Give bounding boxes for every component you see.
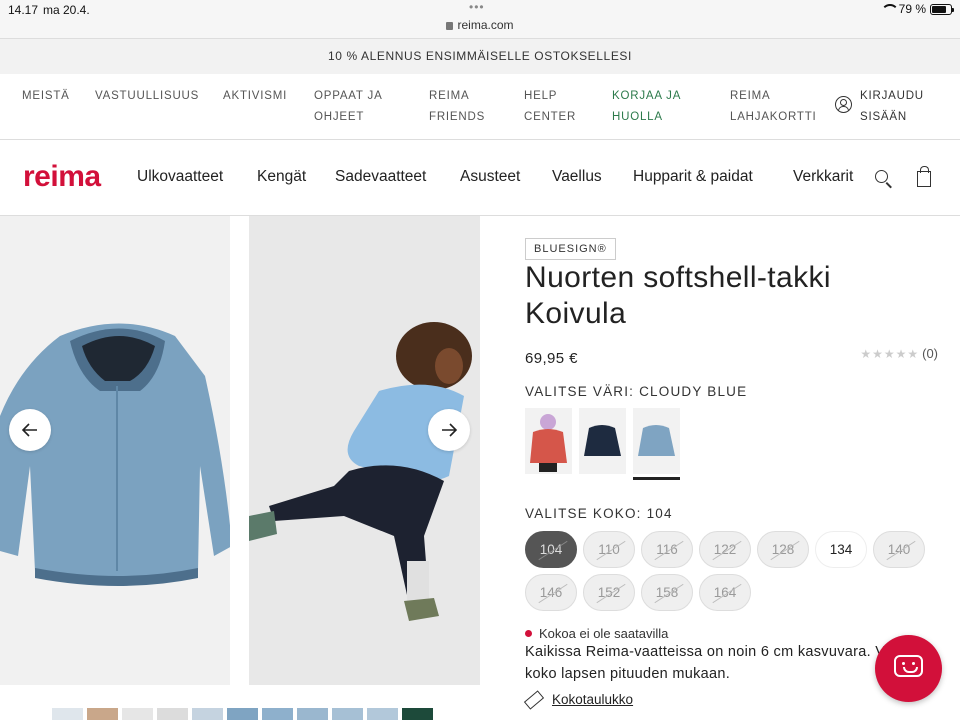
- bag-icon[interactable]: [917, 166, 931, 187]
- user-icon: [835, 96, 852, 113]
- battery-icon: [930, 3, 954, 15]
- nav-reima-lahjakortti[interactable]: REIMA LAHJAKORTTI: [730, 86, 817, 128]
- nav-label: AKTIVISMI: [223, 90, 288, 102]
- size-option-128[interactable]: 128: [757, 531, 809, 568]
- thumbnail[interactable]: [402, 708, 433, 720]
- search-icon[interactable]: [875, 170, 888, 183]
- chat-icon: [894, 655, 923, 677]
- size-option-104[interactable]: 104: [525, 531, 577, 568]
- nav-label: CENTER: [524, 111, 577, 123]
- thumbnail[interactable]: [297, 708, 328, 720]
- nav-label: HELP: [524, 90, 558, 102]
- nav-help-center[interactable]: HELP CENTER: [524, 86, 576, 128]
- nav-label: VASTUULLISUUS: [95, 90, 200, 102]
- utility-nav: MEISTÄ VASTUULLISUUS AKTIVISMI OPPAAT JA…: [0, 74, 960, 140]
- thumbnail[interactable]: [122, 708, 153, 720]
- color-swatch-cloudy-blue[interactable]: [633, 408, 680, 480]
- size-chart-link[interactable]: Kokotaulukko: [523, 689, 634, 710]
- thumbnail[interactable]: [157, 708, 188, 720]
- nav-ulkovaatteet[interactable]: Ulkovaatteet: [137, 168, 223, 186]
- thumbnail[interactable]: [52, 708, 83, 720]
- nav-label: REIMA: [429, 90, 470, 102]
- size-option-134[interactable]: 134: [815, 531, 867, 568]
- url-text: reima.com: [457, 18, 514, 32]
- status-time: 14.17: [8, 3, 39, 17]
- review-count: (0): [922, 346, 938, 361]
- nav-hupparit-paidat[interactable]: Hupparit & paidat: [633, 168, 753, 186]
- wifi-icon: [880, 4, 899, 14]
- thumbnail[interactable]: [367, 708, 398, 720]
- thumbnail[interactable]: [87, 708, 118, 720]
- nav-reima-friends[interactable]: REIMA FRIENDS: [429, 86, 485, 128]
- nav-kengat[interactable]: Kengät: [257, 168, 306, 186]
- lock-icon: [446, 22, 454, 30]
- nav-label: KORJAA JA: [612, 90, 682, 102]
- nav-label: REIMA: [730, 90, 771, 102]
- next-image-button[interactable]: [428, 409, 470, 451]
- size-option-110[interactable]: 110: [583, 531, 635, 568]
- size-label: VALITSE KOKO: 104: [525, 506, 673, 521]
- thumbnail-strip: [52, 708, 433, 720]
- size-option-140[interactable]: 140: [873, 531, 925, 568]
- nav-korjaa-ja-huolla[interactable]: KORJAA JA HUOLLA: [612, 86, 681, 128]
- nav-label: HUOLLA: [612, 111, 663, 123]
- nav-sadevaatteet[interactable]: Sadevaatteet: [335, 168, 426, 186]
- star-rating-icon: ★★★★★: [860, 346, 920, 361]
- size-option-122[interactable]: 122: [699, 531, 751, 568]
- browser-more-icon[interactable]: •••: [469, 0, 485, 14]
- nav-label: OPPAAT JA: [314, 90, 383, 102]
- color-label: VALITSE VÄRI: CLOUDY BLUE: [525, 384, 748, 399]
- nav-label: MEISTÄ: [22, 90, 70, 102]
- promo-banner[interactable]: 10 % ALENNUS ENSIMMÄISELLE OSTOKSELLESI: [0, 38, 960, 74]
- product-gallery: [0, 216, 480, 720]
- thumbnail[interactable]: [192, 708, 223, 720]
- address-bar[interactable]: reima.com: [0, 18, 960, 32]
- color-swatch-red[interactable]: [525, 408, 572, 474]
- nav-vaellus[interactable]: Vaellus: [552, 168, 602, 186]
- reima-logo[interactable]: reima: [23, 160, 101, 194]
- main-nav: reima Ulkovaatteet Kengät Sadevaatteet A…: [0, 140, 960, 216]
- thumbnail[interactable]: [332, 708, 363, 720]
- login-label: KIRJAUDU SISÄÄN: [860, 90, 924, 123]
- thumbnail[interactable]: [227, 708, 258, 720]
- size-option-158[interactable]: 158: [641, 574, 693, 611]
- product-price: 69,95 €: [525, 350, 578, 367]
- nav-label: LAHJAKORTTI: [730, 111, 817, 123]
- nav-aktivismi[interactable]: AKTIVISMI: [223, 86, 287, 107]
- nav-asusteet[interactable]: Asusteet: [460, 168, 520, 186]
- status-dot-icon: [525, 630, 532, 637]
- status-right: 79 %: [880, 2, 954, 16]
- availability-notice: Kokoa ei ole saatavilla: [525, 626, 668, 641]
- color-swatches: [525, 408, 680, 480]
- color-swatch-navy[interactable]: [579, 408, 626, 474]
- prev-image-button[interactable]: [9, 409, 51, 451]
- size-chart-label: Kokotaulukko: [552, 692, 634, 707]
- availability-text: Kokoa ei ole saatavilla: [539, 626, 669, 641]
- size-option-116[interactable]: 116: [641, 531, 693, 568]
- nav-label: FRIENDS: [429, 111, 486, 123]
- size-option-152[interactable]: 152: [583, 574, 635, 611]
- nav-meista[interactable]: MEISTÄ: [22, 86, 70, 107]
- chat-button[interactable]: [875, 635, 942, 702]
- product-title: Nuorten softshell-takki Koivula: [525, 260, 925, 332]
- nav-verkkarit[interactable]: Verkkarit: [793, 168, 853, 186]
- arrow-left-icon: [21, 423, 37, 437]
- nav-oppaat-ja-ohjeet[interactable]: OPPAAT JA OHJEET: [314, 86, 383, 128]
- size-option-164[interactable]: 164: [699, 574, 751, 611]
- nav-vastuullisuus[interactable]: VASTUULLISUUS: [95, 86, 199, 107]
- title-line: Koivula: [525, 297, 627, 330]
- ruler-icon: [523, 689, 545, 710]
- battery-percent: 79 %: [898, 2, 926, 16]
- ios-status-bar: 14.17 ma 20.4. ••• reima.com 79 %: [0, 0, 960, 38]
- arrow-right-icon: [442, 423, 458, 437]
- nav-label: OHJEET: [314, 111, 365, 123]
- thumbnail[interactable]: [262, 708, 293, 720]
- rating[interactable]: ★★★★★ (0): [860, 346, 938, 361]
- size-option-146[interactable]: 146: [525, 574, 577, 611]
- login-link[interactable]: KIRJAUDU SISÄÄN: [835, 86, 924, 128]
- bluesign-badge: BLUESIGN®: [525, 238, 616, 260]
- status-date: ma 20.4.: [43, 3, 90, 17]
- title-line: Nuorten softshell-takki: [525, 261, 831, 294]
- size-selector: 104 110 116 122 128 134 140 146 152 158 …: [525, 531, 945, 611]
